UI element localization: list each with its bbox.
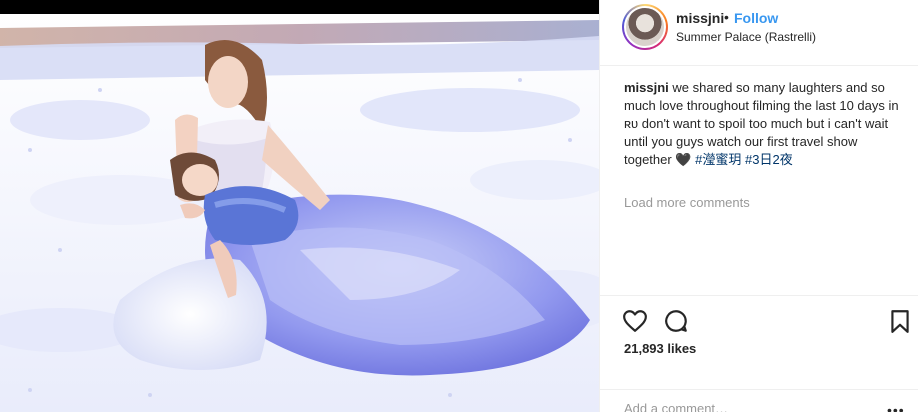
- separator-dot: •: [724, 9, 729, 25]
- hashtag-link[interactable]: #3日2夜: [745, 152, 793, 167]
- likes-count[interactable]: 21,893 likes: [624, 341, 696, 356]
- load-more-comments-button[interactable]: Load more comments: [624, 195, 750, 210]
- post-photo[interactable]: [0, 0, 599, 412]
- comment-bubble-icon[interactable]: [663, 308, 689, 334]
- heart-icon[interactable]: [622, 308, 648, 334]
- username-link[interactable]: missjni: [676, 10, 724, 26]
- hashtag-link[interactable]: #瀅蜜玥: [695, 152, 741, 167]
- caption-username[interactable]: missjni: [624, 80, 669, 95]
- avatar-image: [624, 6, 666, 48]
- add-comment-section: •••: [600, 389, 918, 412]
- comment-input[interactable]: [624, 401, 884, 412]
- post-header: missjni • Follow Summer Palace (Rastrell…: [600, 0, 918, 66]
- bookmark-icon[interactable]: [887, 308, 913, 334]
- location-link[interactable]: Summer Palace (Rastrelli): [676, 30, 816, 44]
- post-image: [0, 0, 599, 412]
- post-sidebar: missjni • Follow Summer Palace (Rastrell…: [599, 0, 918, 412]
- avatar[interactable]: [622, 4, 668, 50]
- follow-button[interactable]: Follow: [734, 10, 778, 26]
- caption: missjni we shared so many laughters and …: [624, 79, 904, 169]
- more-icon[interactable]: •••: [887, 402, 905, 412]
